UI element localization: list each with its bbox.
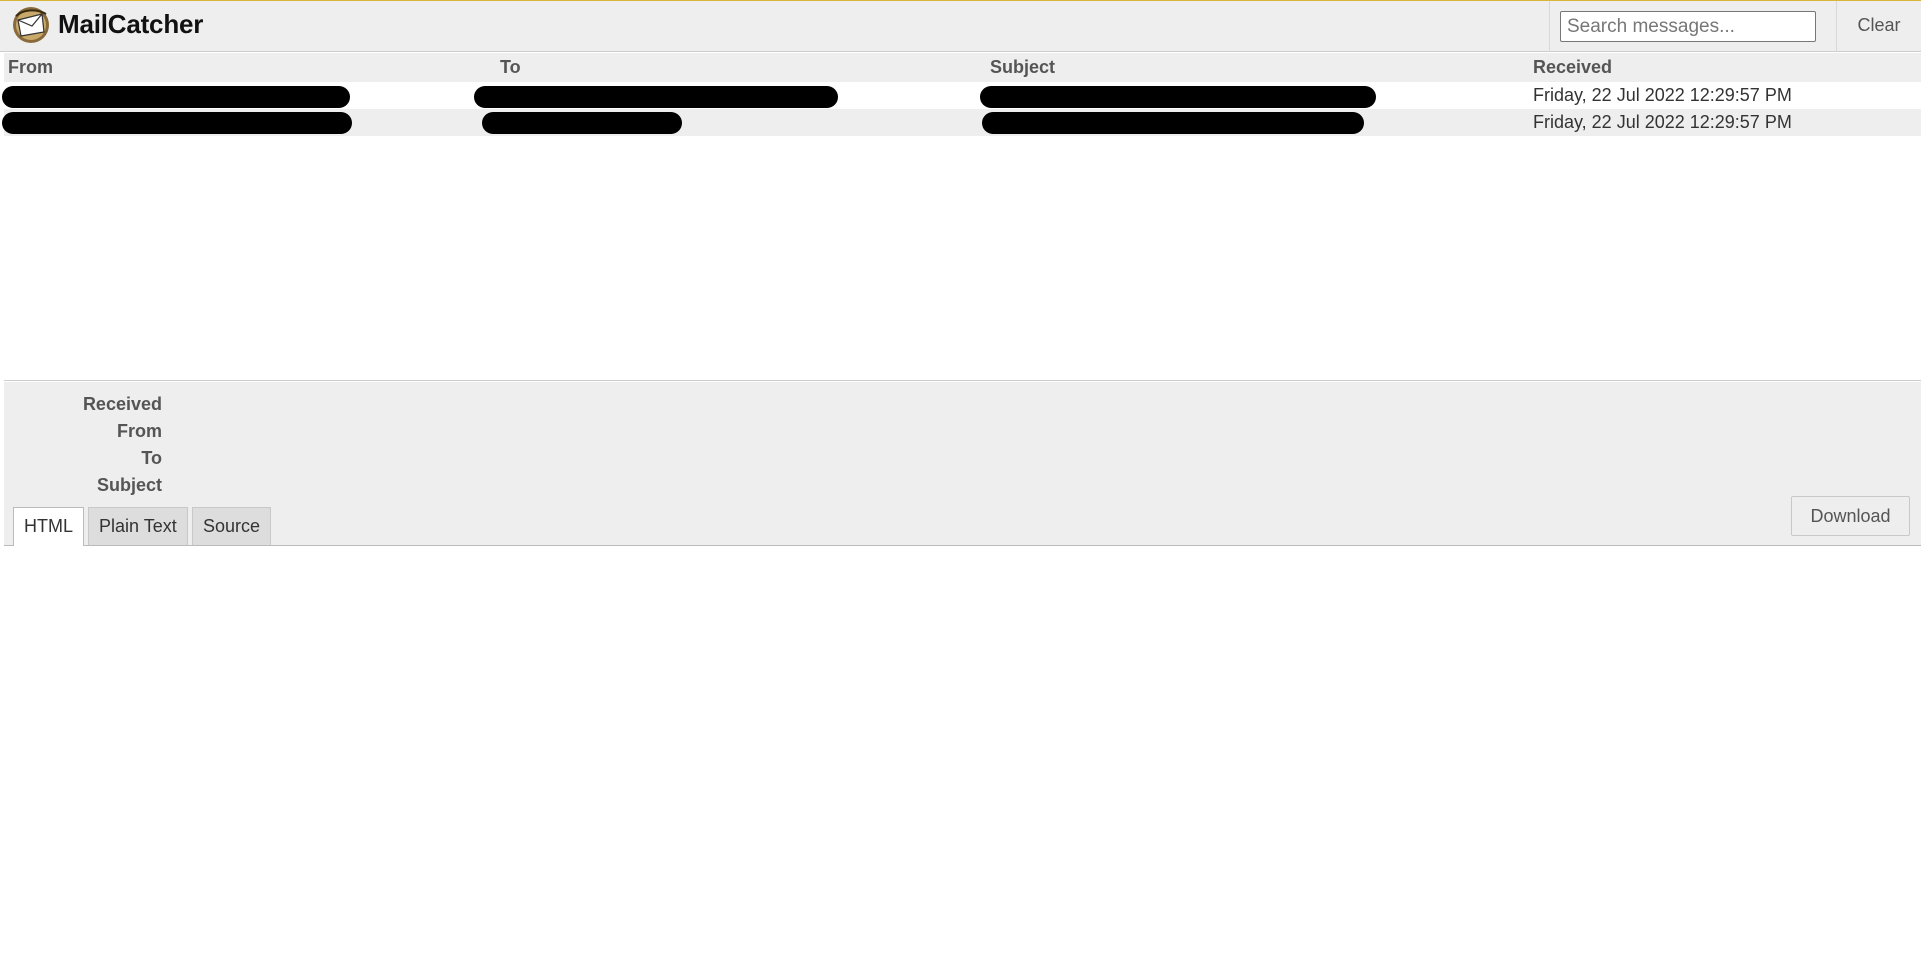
redacted-subject: [980, 86, 1376, 108]
clear-button[interactable]: Clear: [1837, 1, 1921, 52]
app-title: MailCatcher: [58, 9, 204, 39]
table-row[interactable]: Friday, 22 Jul 2022 12:29:57 PM: [2, 82, 1921, 109]
column-header-from[interactable]: From: [8, 57, 53, 78]
redacted-to: [474, 86, 838, 108]
redacted-from: [2, 86, 350, 108]
search-area: [1549, 1, 1837, 52]
message-body-pane: [4, 547, 1921, 978]
message-list-header: From To Subject Received: [4, 53, 1921, 82]
message-view: Received From To Subject HTML Plain Text…: [4, 382, 1921, 546]
table-row[interactable]: Friday, 22 Jul 2022 12:29:57 PM: [2, 109, 1921, 136]
column-header-to[interactable]: To: [500, 57, 521, 78]
received-cell: Friday, 22 Jul 2022 12:29:57 PM: [1533, 85, 1792, 105]
meta-label-to: To: [141, 448, 162, 468]
tab-plain-text[interactable]: Plain Text: [88, 507, 188, 545]
redacted-subject: [982, 112, 1364, 134]
redacted-from: [2, 112, 352, 134]
meta-label-received: Received: [82, 394, 162, 414]
app-header: MailCatcher Clear: [0, 0, 1921, 52]
message-list: From To Subject Received Friday, 22 Jul …: [2, 53, 1921, 381]
redacted-to: [482, 112, 682, 134]
column-header-received[interactable]: Received: [1533, 57, 1612, 78]
download-button[interactable]: Download: [1791, 496, 1910, 536]
received-cell: Friday, 22 Jul 2022 12:29:57 PM: [1533, 112, 1792, 132]
mailcatcher-logo-icon: [13, 7, 49, 43]
tab-source[interactable]: Source: [192, 507, 272, 545]
column-header-subject[interactable]: Subject: [990, 57, 1055, 78]
search-input[interactable]: [1560, 11, 1816, 42]
meta-label-from: From: [117, 421, 162, 441]
meta-label-subject: Subject: [96, 475, 162, 495]
tab-html[interactable]: HTML: [13, 507, 84, 546]
